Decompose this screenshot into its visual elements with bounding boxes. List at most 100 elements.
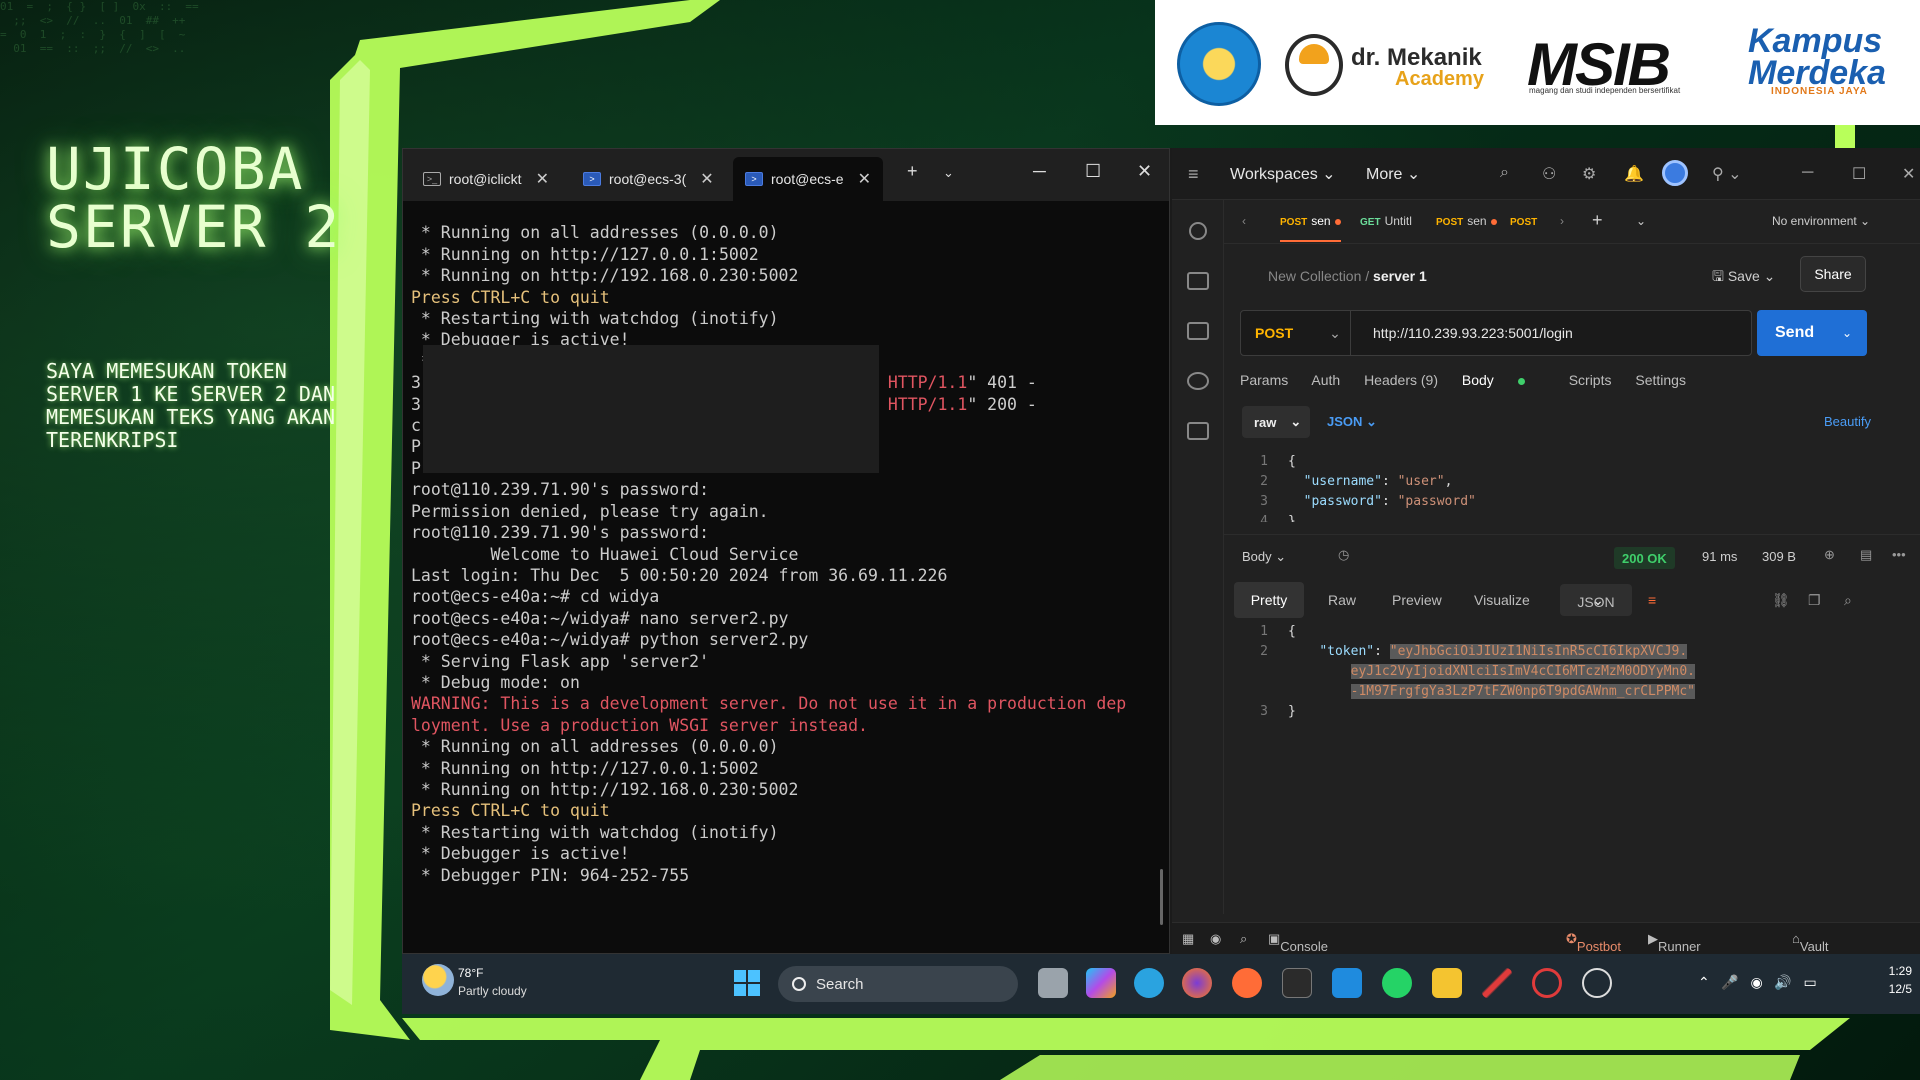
copilot-icon[interactable] xyxy=(1086,968,1116,998)
chevron-right-icon[interactable]: › xyxy=(1560,214,1564,228)
method-select[interactable]: POST ⌄ xyxy=(1241,311,1351,355)
windows-start-icon[interactable] xyxy=(734,970,760,996)
tab-raw[interactable]: Raw xyxy=(1328,592,1356,608)
close-icon[interactable]: ✕ xyxy=(536,169,549,189)
minimize-icon[interactable]: ─ xyxy=(1802,164,1813,182)
clock[interactable]: 1:29 12/5 xyxy=(1889,962,1912,998)
term-line: * Debug mode: on xyxy=(411,672,580,692)
close-icon[interactable]: ✕ xyxy=(700,169,713,189)
body-mode-select[interactable]: raw ⌄ xyxy=(1242,406,1310,438)
history-icon[interactable]: ◷ xyxy=(1338,547,1349,563)
notepad-icon[interactable] xyxy=(1332,968,1362,998)
more-menu[interactable]: More ⌄ xyxy=(1366,164,1420,184)
response-format-select[interactable]: JSON ⌄ xyxy=(1560,584,1632,616)
search-icon[interactable]: ⌕ xyxy=(1240,931,1247,947)
terminal-icon[interactable] xyxy=(1282,968,1312,998)
system-tray-icons[interactable]: ⌃ 🎤 ◉ 🔊 ▭ xyxy=(1698,974,1817,991)
avatar[interactable] xyxy=(1662,160,1688,186)
logo-bar: dr. Mekanik Academy MSIB magang dan stud… xyxy=(1155,0,1920,125)
tab-headers[interactable]: Headers (9) xyxy=(1364,372,1438,388)
close-icon[interactable]: ✕ xyxy=(858,169,871,189)
request-tab-4[interactable]: POST xyxy=(1510,214,1541,228)
telegram-icon[interactable] xyxy=(1134,968,1164,998)
maximize-icon[interactable]: ☐ xyxy=(1852,164,1866,184)
user-icon[interactable] xyxy=(1189,222,1207,240)
beautify-button[interactable]: Beautify xyxy=(1824,414,1871,429)
postbot-button[interactable]: ✪ Postbot xyxy=(1566,931,1621,954)
account-icon[interactable]: ⚲ ⌄ xyxy=(1712,164,1742,184)
file-explorer-icon[interactable] xyxy=(1432,968,1462,998)
chevron-left-icon[interactable]: ‹ xyxy=(1242,214,1246,228)
whatsapp-icon[interactable] xyxy=(1382,968,1412,998)
collections-icon[interactable] xyxy=(1187,272,1209,290)
console-button[interactable]: ▣ Console xyxy=(1268,931,1328,954)
term-line: * Serving Flask app 'server2' xyxy=(411,651,710,671)
screen-recorder-icon[interactable] xyxy=(1532,968,1562,998)
chevron-down-icon[interactable]: ⌄ xyxy=(943,165,954,181)
more-icon[interactable]: ••• xyxy=(1892,547,1906,562)
pen-icon[interactable] xyxy=(1482,968,1512,998)
response-body-select[interactable]: Body ⌄ xyxy=(1242,549,1286,565)
maximize-icon[interactable]: ☐ xyxy=(1085,161,1101,182)
breadcrumb-collection[interactable]: New Collection xyxy=(1268,268,1361,284)
environment-select[interactable]: No environment ⌄ xyxy=(1772,214,1870,228)
history-icon[interactable] xyxy=(1187,372,1209,390)
flows-icon[interactable] xyxy=(1187,422,1209,440)
workspaces-menu[interactable]: Workspaces ⌄ xyxy=(1230,164,1336,184)
invite-icon[interactable]: ⚇ xyxy=(1542,164,1556,184)
copy-icon[interactable]: ❐ xyxy=(1808,592,1821,609)
search-icon[interactable]: ⌕ xyxy=(1844,592,1852,609)
media-player-icon[interactable] xyxy=(1582,968,1612,998)
tab-body[interactable]: Body xyxy=(1462,372,1545,388)
breadcrumb-request: server 1 xyxy=(1373,268,1427,284)
tab-pretty[interactable]: Pretty xyxy=(1234,582,1304,618)
window-close-icon[interactable]: ✕ xyxy=(1137,161,1152,182)
gear-icon[interactable]: ⚙ xyxy=(1582,164,1596,184)
bell-icon[interactable]: 🔔 xyxy=(1624,164,1644,184)
tab-params[interactable]: Params xyxy=(1240,372,1288,388)
new-tab-icon[interactable]: + xyxy=(1592,210,1603,231)
terminal-output[interactable]: * Running on all addresses (0.0.0.0) * R… xyxy=(411,201,1161,953)
window-close-icon[interactable]: ✕ xyxy=(1902,164,1915,184)
request-tab-2[interactable]: GET Untitl xyxy=(1360,214,1412,228)
chevron-down-icon[interactable]: ⌄ xyxy=(1636,214,1646,228)
online-icon[interactable]: ◉ xyxy=(1210,931,1221,947)
hamburger-icon[interactable]: ≡ xyxy=(1188,164,1199,185)
taskbar-search[interactable]: Search xyxy=(778,966,1018,1002)
tab-auth[interactable]: Auth xyxy=(1311,372,1340,388)
postman-icon[interactable] xyxy=(1232,968,1262,998)
terminal-scrollbar[interactable] xyxy=(1160,869,1163,925)
search-icon[interactable]: ⌕ xyxy=(1500,164,1509,182)
terminal-tab-3[interactable]: > root@ecs-e ✕ xyxy=(733,157,883,201)
wrap-lines-icon[interactable]: ≡ xyxy=(1648,592,1656,608)
term-line-quit: Press CTRL+C to quit xyxy=(411,287,610,307)
firefox-icon[interactable] xyxy=(1182,968,1212,998)
runner-button[interactable]: ▶ Runner xyxy=(1648,931,1701,954)
tab-preview[interactable]: Preview xyxy=(1392,592,1442,608)
tab-settings[interactable]: Settings xyxy=(1635,372,1686,388)
request-tab-1[interactable]: POST sen xyxy=(1280,214,1341,242)
terminal-tab-1[interactable]: >_ root@iclickt ✕ xyxy=(411,157,561,201)
save-response-icon[interactable]: ▤ xyxy=(1860,547,1872,563)
send-dropdown-icon[interactable]: ⌄ xyxy=(1842,326,1852,340)
url-input[interactable]: http://110.239.93.223:5001/login xyxy=(1373,325,1573,341)
new-tab-icon[interactable]: + xyxy=(907,161,918,182)
vault-button[interactable]: ⌂ Vault xyxy=(1792,931,1829,954)
tab-visualize[interactable]: Visualize xyxy=(1474,592,1530,608)
layout-icon[interactable]: ▦ xyxy=(1182,931,1194,947)
globe-icon[interactable]: ⊕ xyxy=(1824,547,1835,563)
link-icon[interactable]: ⛓ xyxy=(1772,592,1790,609)
share-button[interactable]: Share xyxy=(1800,256,1866,292)
minimize-icon[interactable]: ─ xyxy=(1033,161,1046,182)
request-body-editor[interactable]: 1{2 "username": "user", 3 "password": "pa… xyxy=(1232,452,1872,522)
slide-title-line2: SERVER 2 xyxy=(46,193,342,261)
save-button[interactable]: 🖫 Save ⌄ xyxy=(1712,266,1775,290)
apis-icon[interactable] xyxy=(1187,322,1209,340)
request-tab-3[interactable]: POST sen xyxy=(1436,214,1497,228)
task-view-icon[interactable] xyxy=(1038,968,1068,998)
weather-icon[interactable] xyxy=(422,964,454,996)
response-body[interactable]: 1{2 "token": "eyJhbGciOiJIUzI1NiIsInR5cC… xyxy=(1232,622,1872,732)
body-format-select[interactable]: JSON ⌄ xyxy=(1327,414,1377,430)
tab-scripts[interactable]: Scripts xyxy=(1569,372,1612,388)
terminal-tab-2[interactable]: > root@ecs-3( ✕ xyxy=(571,157,726,201)
